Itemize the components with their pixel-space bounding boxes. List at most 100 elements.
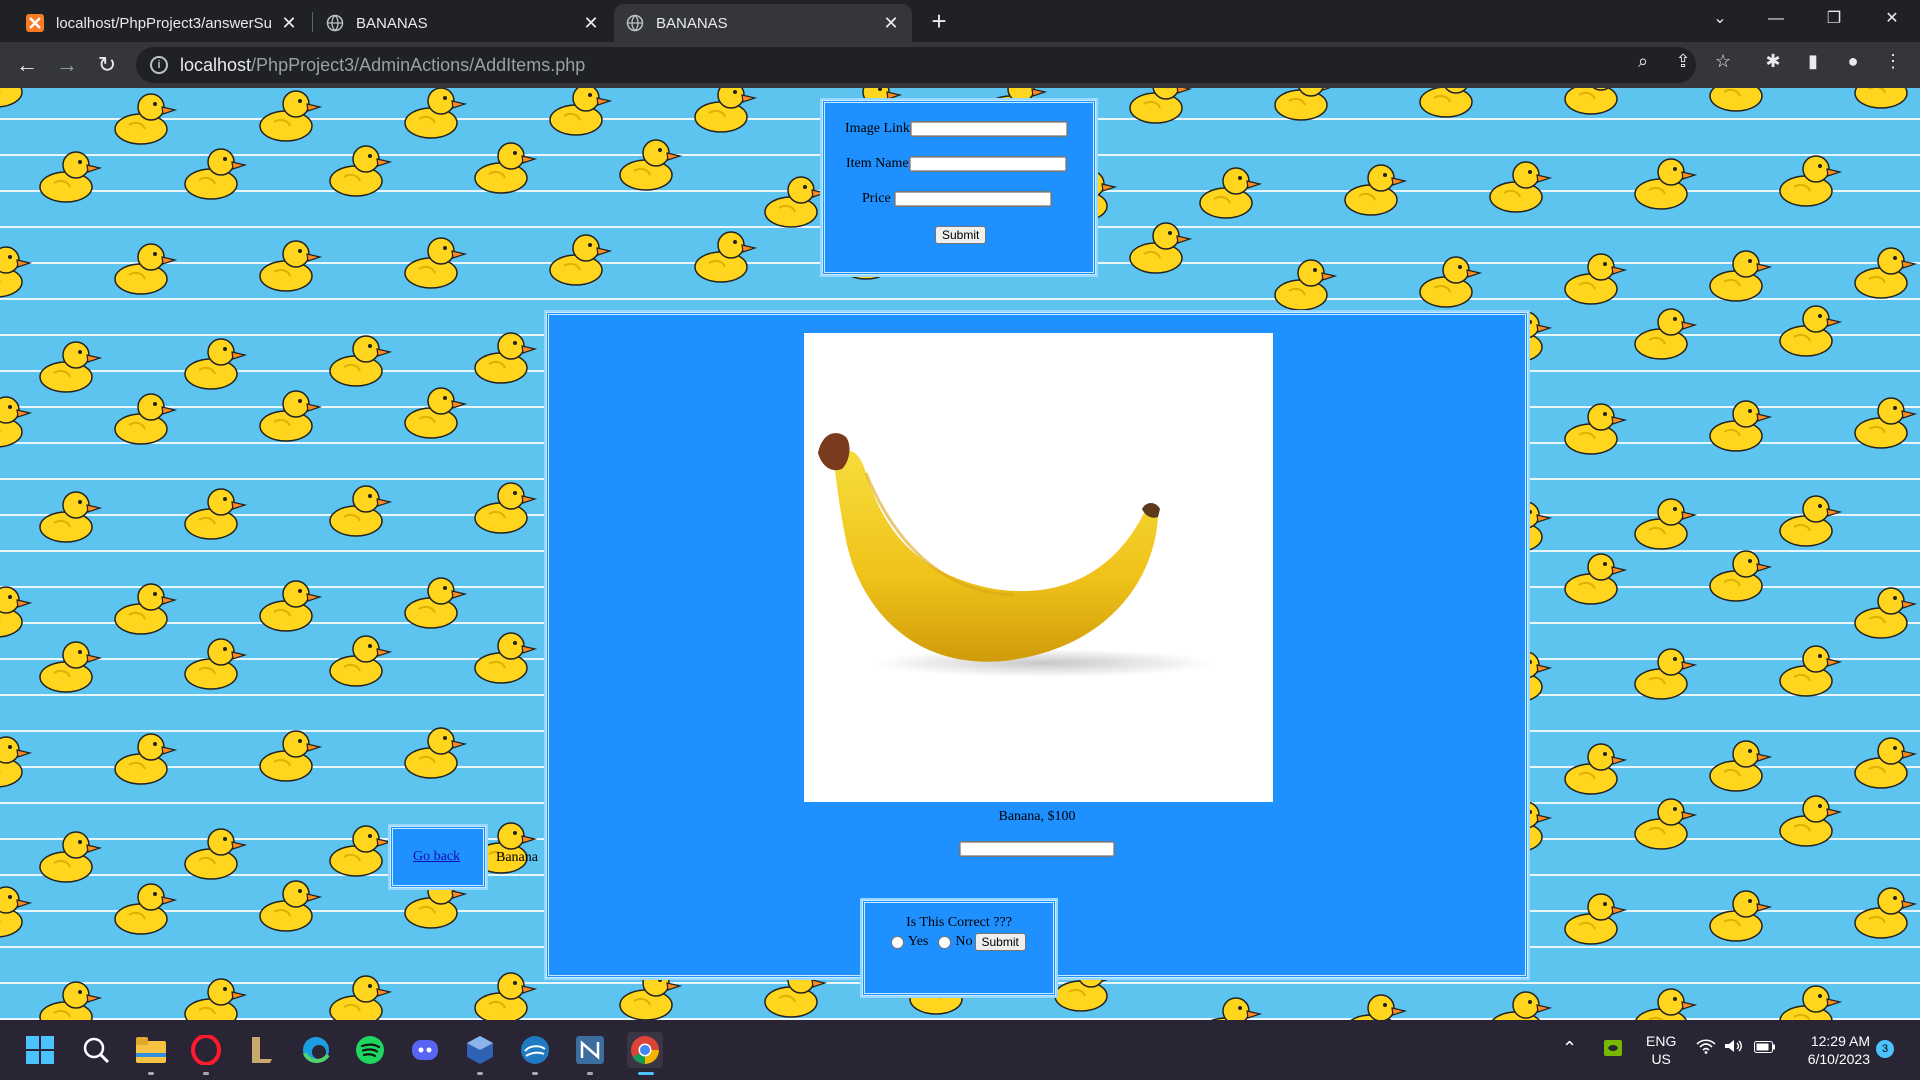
duck-decoration bbox=[465, 964, 539, 1020]
duck-decoration bbox=[250, 722, 324, 784]
globe-icon bbox=[626, 14, 644, 32]
nvidia-icon[interactable] bbox=[1604, 1040, 1622, 1059]
duck-decoration bbox=[395, 569, 469, 631]
item-name-input[interactable] bbox=[908, 156, 1067, 172]
duck-decoration bbox=[1555, 88, 1629, 117]
duck-decoration bbox=[465, 624, 539, 686]
duck-decoration bbox=[1555, 885, 1629, 947]
price-input[interactable] bbox=[893, 191, 1052, 207]
duck-decoration bbox=[1845, 729, 1919, 791]
tab-answer-summary[interactable]: localhost/PhpProject3/answerSu ✕ bbox=[14, 4, 310, 42]
duck-decoration bbox=[755, 168, 829, 230]
menu-icon[interactable]: ⋮ bbox=[1882, 50, 1904, 72]
site-info-icon[interactable]: i bbox=[150, 56, 168, 74]
address-bar[interactable]: i localhost/PhpProject3/AdminActions/Add… bbox=[136, 47, 1696, 83]
duck-decoration bbox=[685, 223, 759, 285]
duck-decoration bbox=[105, 575, 179, 637]
spotify-icon[interactable] bbox=[352, 1032, 388, 1068]
duck-decoration bbox=[1845, 88, 1919, 111]
duck-decoration bbox=[175, 330, 249, 392]
tab-title: BANANAS bbox=[656, 14, 728, 32]
back-icon[interactable]: ← bbox=[12, 50, 42, 80]
language-indicator[interactable]: ENG US bbox=[1646, 1032, 1676, 1068]
notification-badge[interactable]: 3 bbox=[1876, 1040, 1894, 1058]
duck-decoration bbox=[250, 872, 324, 934]
yes-radio[interactable] bbox=[891, 935, 904, 949]
volume-icon[interactable] bbox=[1724, 1038, 1744, 1057]
no-label: No bbox=[955, 934, 973, 949]
duck-decoration bbox=[1770, 487, 1844, 549]
preview-input[interactable] bbox=[959, 841, 1115, 857]
restore-icon[interactable]: ❐ bbox=[1806, 0, 1862, 38]
discord-icon[interactable] bbox=[407, 1032, 443, 1068]
duck-decoration bbox=[1335, 986, 1409, 1020]
duck-decoration bbox=[395, 229, 469, 291]
duck-decoration bbox=[1845, 389, 1919, 451]
duck-decoration bbox=[1625, 150, 1699, 212]
close-icon[interactable]: ✕ bbox=[280, 13, 298, 34]
duck-decoration bbox=[1770, 977, 1844, 1020]
bookmark-star-icon[interactable]: ☆ bbox=[1712, 50, 1734, 72]
new-tab-icon[interactable]: + bbox=[924, 6, 954, 36]
duck-decoration bbox=[175, 820, 249, 882]
reload-icon[interactable]: ↻ bbox=[92, 50, 122, 80]
preview-caption: Banana, $100 bbox=[998, 809, 1076, 824]
clock[interactable]: 12:29 AM 6/10/2023 bbox=[1792, 1032, 1870, 1068]
duck-decoration bbox=[0, 878, 34, 940]
search-icon[interactable] bbox=[78, 1032, 114, 1068]
no-radio[interactable] bbox=[938, 935, 952, 949]
edge-icon[interactable] bbox=[298, 1032, 334, 1068]
opera-icon[interactable] bbox=[188, 1032, 224, 1068]
duck-decoration bbox=[1845, 239, 1919, 301]
minimize-icon[interactable]: — bbox=[1748, 0, 1804, 38]
close-icon[interactable]: ✕ bbox=[582, 13, 600, 34]
duck-decoration bbox=[1700, 732, 1774, 794]
duck-decoration bbox=[0, 88, 34, 110]
duck-decoration bbox=[685, 88, 759, 135]
duck-decoration bbox=[1480, 983, 1554, 1020]
tab-bananas-1[interactable]: BANANAS ✕ bbox=[314, 4, 612, 42]
duck-decoration bbox=[1700, 392, 1774, 454]
profile-icon[interactable]: ● bbox=[1842, 50, 1864, 72]
duck-decoration bbox=[105, 235, 179, 297]
tab-bananas-2[interactable]: BANANAS ✕ bbox=[614, 4, 912, 42]
start-icon[interactable] bbox=[22, 1032, 58, 1068]
taskbar: ⌃ ENG US 12:29 AM 6/10/2023 3 bbox=[0, 1020, 1920, 1080]
duck-decoration bbox=[1335, 156, 1409, 218]
forward-icon[interactable]: → bbox=[52, 50, 82, 80]
globe-icon bbox=[326, 14, 344, 32]
netbeans-icon[interactable] bbox=[572, 1032, 608, 1068]
confirm-submit-button[interactable]: Submit bbox=[974, 933, 1026, 951]
price-label: Price bbox=[862, 191, 891, 206]
image-link-input[interactable] bbox=[909, 121, 1068, 137]
duck-decoration bbox=[395, 379, 469, 441]
league-client-icon[interactable] bbox=[243, 1032, 279, 1068]
mysql-workbench-icon[interactable] bbox=[517, 1032, 553, 1068]
tab-search-icon[interactable]: ⌄ bbox=[1692, 0, 1748, 38]
duck-decoration bbox=[1915, 484, 1920, 546]
battery-icon[interactable] bbox=[1754, 1040, 1776, 1056]
side-panel-icon[interactable]: ▮ bbox=[1802, 50, 1824, 72]
share-icon[interactable]: ⇪ bbox=[1672, 50, 1694, 72]
virtualbox-icon[interactable] bbox=[462, 1032, 498, 1068]
tray-chevron-icon[interactable]: ⌃ bbox=[1562, 1038, 1577, 1059]
extensions-icon[interactable]: ✱ bbox=[1762, 50, 1784, 72]
file-explorer-icon[interactable] bbox=[133, 1032, 169, 1068]
add-item-submit-button[interactable]: Submit bbox=[935, 226, 987, 244]
duck-decoration bbox=[1625, 490, 1699, 552]
window-close-icon[interactable]: ✕ bbox=[1864, 0, 1920, 38]
duck-decoration bbox=[1555, 735, 1629, 797]
duck-decoration bbox=[105, 725, 179, 787]
duck-decoration bbox=[30, 633, 104, 695]
running-indicator bbox=[477, 1072, 483, 1075]
running-indicator bbox=[587, 1072, 593, 1075]
zoom-icon[interactable]: ⌕ bbox=[1632, 50, 1654, 72]
wifi-icon[interactable] bbox=[1696, 1038, 1716, 1059]
chrome-icon[interactable] bbox=[627, 1032, 663, 1068]
duck-decoration bbox=[1845, 879, 1919, 941]
close-icon[interactable]: ✕ bbox=[882, 13, 900, 34]
duck-decoration bbox=[30, 483, 104, 545]
duck-decoration bbox=[395, 719, 469, 781]
go-back-link[interactable]: Go back bbox=[413, 849, 460, 865]
duck-decoration bbox=[1915, 294, 1920, 356]
